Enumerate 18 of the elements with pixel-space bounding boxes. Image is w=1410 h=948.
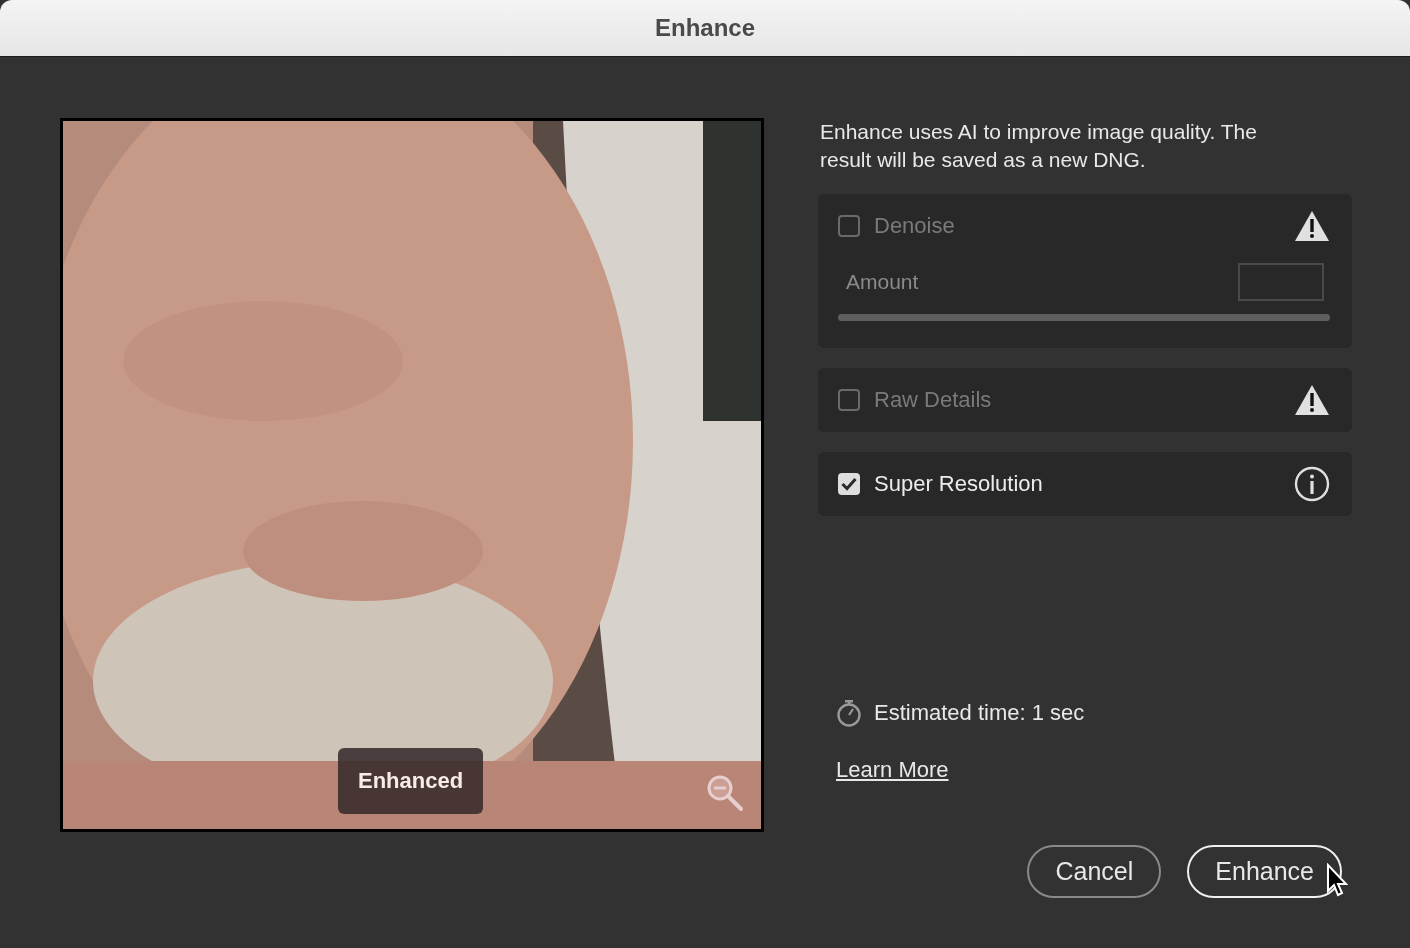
window-title: Enhance: [655, 14, 755, 42]
learn-more-link[interactable]: Learn More: [836, 757, 949, 783]
estimated-time-text: Estimated time: 1 sec: [874, 700, 1085, 726]
check-icon: [841, 477, 857, 491]
warning-icon: [1294, 210, 1330, 242]
amount-label: Amount: [846, 270, 919, 294]
description-text: Enhance uses AI to improve image quality. The result will be saved as a new DNG.: [820, 119, 1258, 173]
mouse-pointer-icon: [1326, 863, 1350, 899]
option-label: Denoise: [874, 213, 956, 239]
cancel-button[interactable]: Cancel: [1027, 845, 1162, 898]
zoom-out-icon[interactable]: [705, 773, 745, 813]
info-icon: [1294, 466, 1330, 502]
option-label: Raw Details: [874, 387, 993, 413]
checkbox[interactable]: [838, 473, 860, 495]
option-label: Super Resolution: [874, 471, 1044, 497]
stopwatch-icon: [836, 699, 862, 727]
warning-icon: [1294, 384, 1330, 416]
preview-badge: Enhanced: [338, 748, 484, 814]
